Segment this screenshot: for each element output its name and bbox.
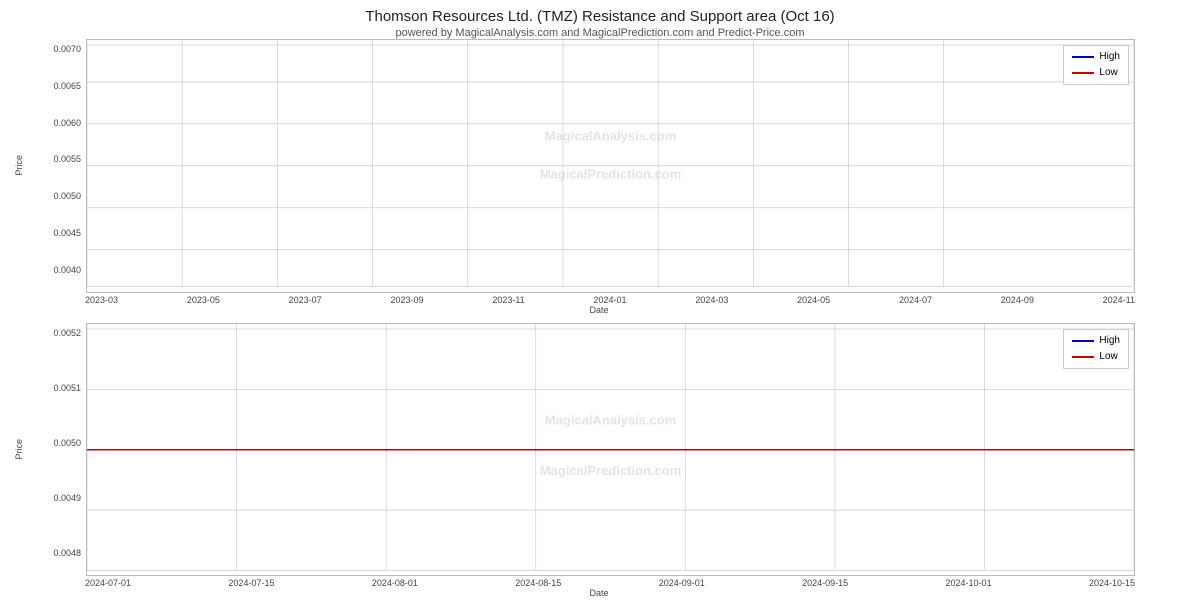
chart1-right-spacer	[1135, 39, 1190, 293]
y1-tick1: 0.0065	[53, 81, 81, 91]
chart2-y-label-container: Price	[10, 323, 28, 577]
chart2-wrapper: Price 0.0052 0.0051 0.0050 0.0049 0.0048	[10, 323, 1190, 600]
x2-tick1: 2024-07-15	[228, 578, 274, 588]
chart1-y-axis: 0.0070 0.0065 0.0060 0.0055 0.0050 0.004…	[28, 39, 86, 293]
x1-tick10: 2024-11	[1103, 295, 1135, 305]
x1-tick4: 2023-11	[492, 295, 524, 305]
chart1-legend: High Low	[1063, 45, 1129, 85]
chart2-y-axis: 0.0052 0.0051 0.0050 0.0049 0.0048	[28, 323, 86, 577]
chart2-legend-low: Low	[1072, 349, 1120, 365]
x1-tick1: 2023-05	[187, 295, 220, 305]
y2-tick3: 0.0049	[53, 493, 81, 503]
charts-area: Price 0.0070 0.0065 0.0060 0.0055 0.0050…	[0, 39, 1200, 600]
x1-tick7: 2024-05	[797, 295, 830, 305]
y2-tick1: 0.0051	[53, 383, 81, 393]
chart1-high-line-icon	[1072, 56, 1094, 58]
chart2-svg: MagicalAnalysis.com MagicalPrediction.co…	[87, 324, 1134, 576]
subtitle: powered by MagicalAnalysis.com and Magic…	[395, 27, 804, 39]
x1-tick0: 2023-03	[85, 295, 118, 305]
chart1-x-label: Date	[10, 305, 1190, 315]
y2-tick2: 0.0050	[53, 438, 81, 448]
chart1-plot: MagicalAnalysis.com MagicalPrediction.co…	[86, 39, 1135, 293]
x1-tick8: 2024-07	[899, 295, 932, 305]
chart1-legend-low: Low	[1072, 65, 1120, 81]
chart2-x-axis: 2024-07-01 2024-07-15 2024-08-01 2024-08…	[10, 578, 1190, 588]
chart2-y-axis-label: Price	[14, 439, 24, 460]
y2-tick4: 0.0048	[53, 548, 81, 558]
chart1-high-label: High	[1099, 49, 1120, 65]
x2-tick6: 2024-10-01	[946, 578, 992, 588]
chart2-inner: Price 0.0052 0.0051 0.0050 0.0049 0.0048	[10, 323, 1190, 577]
chart1-watermark1: MagicalAnalysis.com	[545, 129, 677, 144]
chart1-watermark2: MagicalPrediction.com	[540, 166, 682, 181]
x1-tick3: 2023-09	[390, 295, 423, 305]
chart2-right-spacer	[1135, 323, 1190, 577]
chart2-high-line-icon	[1072, 340, 1094, 342]
chart1-low-line-icon	[1072, 72, 1094, 74]
x2-tick0: 2024-07-01	[85, 578, 131, 588]
x2-tick5: 2024-09-15	[802, 578, 848, 588]
chart2-watermark2: MagicalPrediction.com	[540, 462, 682, 477]
chart1-x-axis: 2023-03 2023-05 2023-07 2023-09 2023-11 …	[10, 295, 1190, 305]
y2-tick0: 0.0052	[53, 328, 81, 338]
y1-tick6: 0.0040	[53, 265, 81, 275]
y1-tick0: 0.0070	[53, 44, 81, 54]
y1-tick5: 0.0045	[53, 228, 81, 238]
chart1-low-label: Low	[1099, 65, 1117, 81]
x2-tick2: 2024-08-01	[372, 578, 418, 588]
chart2-legend-high: High	[1072, 333, 1120, 349]
chart1-legend-high: High	[1072, 49, 1120, 65]
chart1-inner: Price 0.0070 0.0065 0.0060 0.0055 0.0050…	[10, 39, 1190, 293]
chart2-plot: MagicalAnalysis.com MagicalPrediction.co…	[86, 323, 1135, 577]
x1-tick2: 2023-07	[289, 295, 322, 305]
chart2-high-label: High	[1099, 333, 1120, 349]
y1-tick3: 0.0055	[53, 154, 81, 164]
x2-tick7: 2024-10-15	[1089, 578, 1135, 588]
chart1-wrapper: Price 0.0070 0.0065 0.0060 0.0055 0.0050…	[10, 39, 1190, 317]
main-title: Thomson Resources Ltd. (TMZ) Resistance …	[365, 8, 834, 25]
chart2-x-label: Date	[10, 588, 1190, 598]
x2-tick4: 2024-09-01	[659, 578, 705, 588]
x2-tick3: 2024-08-15	[515, 578, 561, 588]
chart1-svg: MagicalAnalysis.com MagicalPrediction.co…	[87, 40, 1134, 292]
page-container: Thomson Resources Ltd. (TMZ) Resistance …	[0, 0, 1200, 600]
chart2-legend: High Low	[1063, 329, 1129, 369]
chart1-y-axis-label: Price	[14, 155, 24, 176]
y1-tick4: 0.0050	[53, 191, 81, 201]
chart2-low-label: Low	[1099, 349, 1117, 365]
x1-tick5: 2024-01	[593, 295, 626, 305]
chart1-y-label-container: Price	[10, 39, 28, 293]
chart2-low-line-icon	[1072, 356, 1094, 358]
x1-tick6: 2024-03	[695, 295, 728, 305]
y1-tick2: 0.0060	[53, 118, 81, 128]
x1-tick9: 2024-09	[1001, 295, 1034, 305]
chart2-watermark1: MagicalAnalysis.com	[545, 412, 677, 427]
